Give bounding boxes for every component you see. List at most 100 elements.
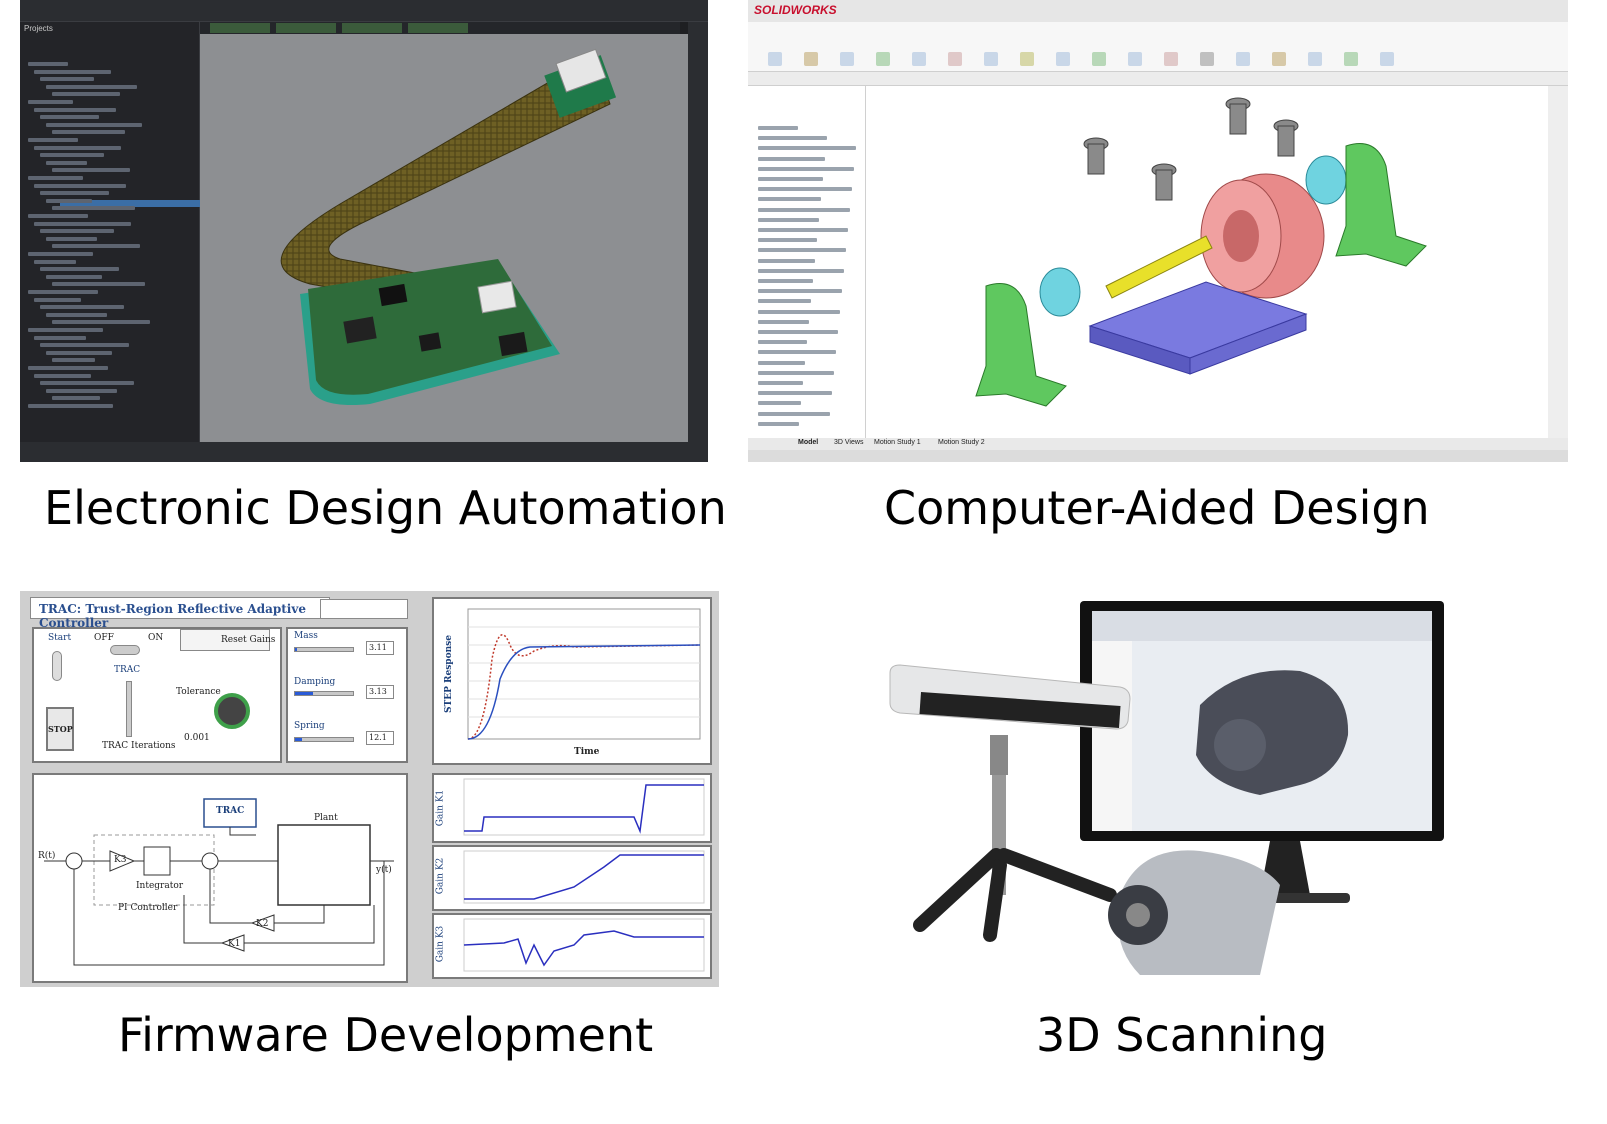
eda-tree-item[interactable] xyxy=(34,335,86,340)
eda-tree-item[interactable] xyxy=(28,328,103,332)
eda-tree-item[interactable] xyxy=(28,62,68,66)
ribbon-tool-icon[interactable] xyxy=(984,52,998,66)
eda-tree-item[interactable] xyxy=(28,366,108,370)
cad-tree-item[interactable] xyxy=(758,248,846,253)
cad-tree-item[interactable] xyxy=(758,299,811,304)
ribbon-tool-icon[interactable] xyxy=(1020,52,1034,66)
ribbon-tool-icon[interactable] xyxy=(1344,52,1358,66)
cad-tree-item[interactable] xyxy=(758,197,821,202)
eda-tree-item[interactable] xyxy=(46,160,87,165)
cad-tree-item[interactable] xyxy=(758,217,819,222)
tolerance-knob[interactable] xyxy=(214,693,250,729)
cad-tree-item[interactable] xyxy=(758,279,813,283)
tab-model[interactable]: Model xyxy=(798,439,818,446)
ribbon-tool-icon[interactable] xyxy=(1056,52,1070,66)
eda-tree-item[interactable] xyxy=(34,145,121,150)
cad-tree-item[interactable] xyxy=(758,330,838,334)
ribbon-tool-icon[interactable] xyxy=(948,52,962,66)
spring-value[interactable]: 12.1 xyxy=(366,731,394,745)
eda-3d-viewport[interactable] xyxy=(200,34,688,442)
damping-slider[interactable] xyxy=(294,691,354,696)
cad-tree-item[interactable] xyxy=(758,207,850,212)
cad-tree-item[interactable] xyxy=(758,187,852,192)
eda-tree-item[interactable] xyxy=(40,153,104,158)
cad-tree-item[interactable] xyxy=(758,146,856,151)
cad-tree-item[interactable] xyxy=(758,309,840,314)
eda-tree-item[interactable] xyxy=(52,320,150,325)
stop-button[interactable]: STOP xyxy=(46,707,74,751)
cad-graphics-area[interactable] xyxy=(866,86,1548,438)
eda-tab[interactable] xyxy=(408,23,468,33)
eda-tree-item[interactable] xyxy=(28,176,83,180)
eda-tree-item[interactable] xyxy=(52,358,95,363)
damping-value[interactable]: 3.13 xyxy=(366,685,394,699)
cad-tree-item[interactable] xyxy=(758,228,848,232)
eda-tree-item[interactable] xyxy=(52,244,140,249)
eda-tree-item[interactable] xyxy=(28,252,93,256)
eda-tree-item[interactable] xyxy=(46,122,142,127)
cad-tree-item[interactable] xyxy=(758,360,805,365)
eda-tree-item[interactable] xyxy=(52,282,145,287)
cad-tree-item[interactable] xyxy=(758,319,809,324)
cad-tree-item[interactable] xyxy=(758,177,823,181)
cad-tree-item[interactable] xyxy=(758,136,827,141)
eda-tree-item[interactable] xyxy=(40,115,99,120)
ribbon-tool-icon[interactable] xyxy=(876,52,890,66)
ribbon-tool-icon[interactable] xyxy=(804,52,818,66)
ribbon-tool-icon[interactable] xyxy=(912,52,926,66)
cad-tree-item[interactable] xyxy=(758,166,854,171)
eda-tree-item[interactable] xyxy=(34,183,126,188)
cad-tree-item[interactable] xyxy=(758,421,799,426)
eda-tree-item[interactable] xyxy=(46,312,107,317)
tab-motion-study-1[interactable]: Motion Study 1 xyxy=(874,439,921,446)
ribbon-tool-icon[interactable] xyxy=(1272,52,1286,66)
eda-tree-item[interactable] xyxy=(46,274,102,279)
ribbon-tool-icon[interactable] xyxy=(1128,52,1142,66)
eda-tree-item[interactable] xyxy=(40,229,114,234)
eda-tree-item[interactable] xyxy=(46,388,117,393)
eda-tree-item[interactable] xyxy=(46,236,97,241)
cad-tree-item[interactable] xyxy=(758,289,842,294)
eda-tree-item[interactable] xyxy=(28,290,98,294)
eda-tree-item[interactable] xyxy=(28,214,88,218)
eda-tree-item[interactable] xyxy=(34,221,131,226)
spring-slider[interactable] xyxy=(294,737,354,742)
ribbon-tool-icon[interactable] xyxy=(1092,52,1106,66)
ribbon-tool-icon[interactable] xyxy=(1380,52,1394,66)
tab-motion-study-2[interactable]: Motion Study 2 xyxy=(938,439,985,446)
eda-tab[interactable] xyxy=(342,23,402,33)
cad-tree-item[interactable] xyxy=(758,381,803,385)
cad-tree-item[interactable] xyxy=(758,391,832,396)
mass-value[interactable]: 3.11 xyxy=(366,641,394,655)
tab-3d-views[interactable]: 3D Views xyxy=(834,439,863,446)
cad-tree-item[interactable] xyxy=(758,340,807,345)
eda-tree-item[interactable] xyxy=(28,100,73,104)
eda-tree-item[interactable] xyxy=(28,138,78,142)
eda-tree-item[interactable] xyxy=(52,168,130,173)
ribbon-tool-icon[interactable] xyxy=(840,52,854,66)
eda-tree-item[interactable] xyxy=(40,381,134,386)
ribbon-tool-icon[interactable] xyxy=(1308,52,1322,66)
cad-tree-item[interactable] xyxy=(758,126,798,130)
ribbon-tool-icon[interactable] xyxy=(1164,52,1178,66)
eda-tree-item[interactable] xyxy=(40,267,119,272)
ribbon-tool-icon[interactable] xyxy=(768,52,782,66)
cad-tree-item[interactable] xyxy=(758,411,830,416)
eda-tab[interactable] xyxy=(210,23,270,33)
eda-tree-item[interactable] xyxy=(34,259,76,264)
cad-tree-item[interactable] xyxy=(758,350,836,355)
eda-tree-item[interactable] xyxy=(40,305,124,310)
eda-tree-item[interactable] xyxy=(34,297,81,302)
trac-toggle[interactable] xyxy=(110,645,140,655)
reset-gains-button[interactable]: Reset Gains xyxy=(180,629,275,651)
eda-tree-item[interactable] xyxy=(52,130,125,135)
eda-tree-item[interactable] xyxy=(34,373,91,378)
eda-tree-item[interactable] xyxy=(34,69,111,74)
ribbon-tool-icon[interactable] xyxy=(1200,52,1214,66)
ribbon-tool-icon[interactable] xyxy=(1236,52,1250,66)
eda-tree-item[interactable] xyxy=(52,206,135,211)
eda-tree-item[interactable] xyxy=(40,191,109,196)
start-switch[interactable] xyxy=(52,651,62,681)
cad-tree-item[interactable] xyxy=(758,401,801,406)
eda-tree-item[interactable] xyxy=(34,107,116,112)
